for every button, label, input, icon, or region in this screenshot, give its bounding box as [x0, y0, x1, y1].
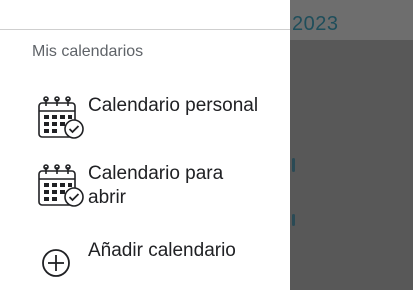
- calendar-check-icon: [36, 92, 88, 144]
- calendar-item-label: Calendario para abrir: [88, 163, 224, 208]
- calendar-item-personal[interactable]: Calendario personal: [36, 92, 286, 144]
- calendar-check-icon: [36, 160, 88, 212]
- background-year-title: 2023: [292, 13, 339, 35]
- add-circle-icon: [36, 237, 88, 289]
- calendar-item-open[interactable]: Calendario para abrir: [36, 160, 286, 212]
- app-screen: 2023 Mis calendarios Calendario personal…: [0, 0, 413, 290]
- drawer-divider: [0, 29, 290, 30]
- background-content-fragment: [292, 158, 295, 172]
- add-calendar-label: Añadir calendario: [88, 240, 236, 261]
- background-content-fragment: [292, 214, 295, 226]
- navigation-drawer: Mis calendarios Calendario personal Cale…: [0, 0, 290, 290]
- add-calendar-button[interactable]: Añadir calendario: [36, 237, 286, 289]
- section-title-my-calendars: Mis calendarios: [32, 43, 144, 60]
- calendar-item-label: Calendario personal: [88, 95, 259, 116]
